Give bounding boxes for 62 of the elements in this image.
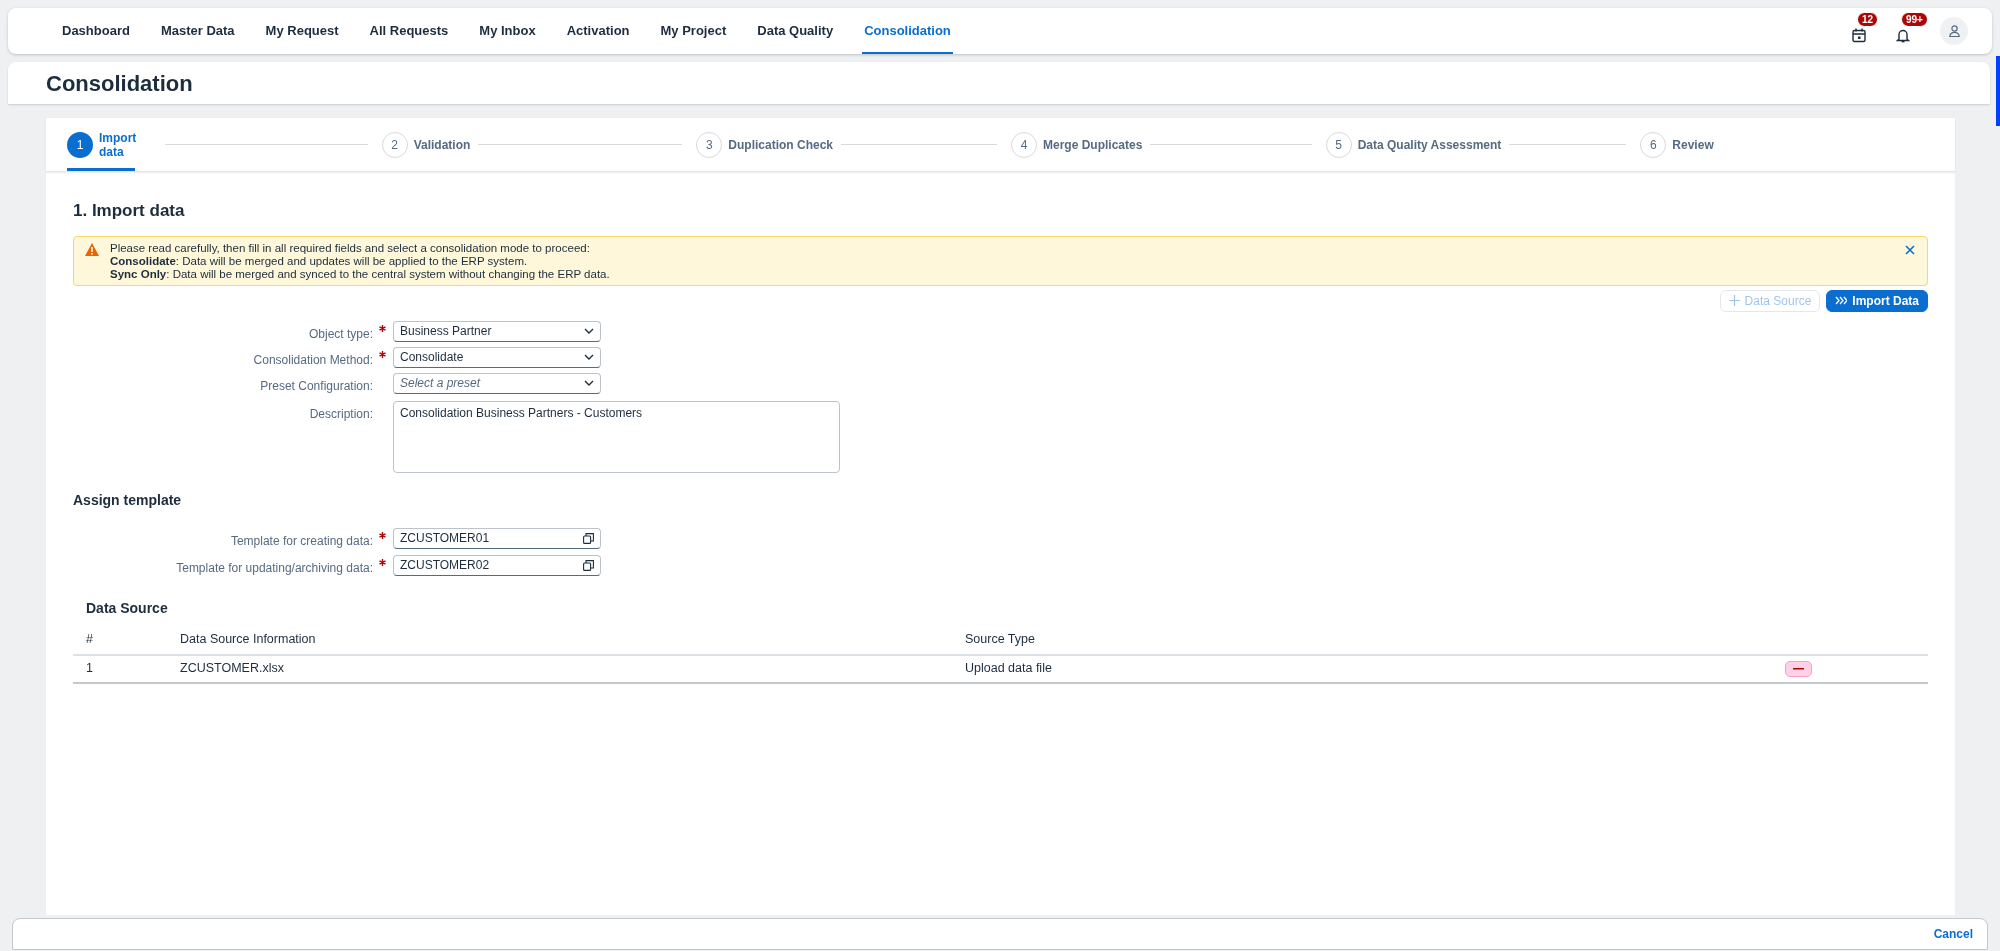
wizard-step[interactable]: 2 Validation [381,118,471,171]
column-header: Data Source Information [180,624,965,655]
column-header: Source Type [965,624,1785,655]
section-title: Assign template [73,490,183,510]
field-label: Object type: [308,325,373,343]
wizard-step[interactable]: 4 Merge Duplicates [1011,118,1143,171]
count-badge: 99+ [1901,11,1928,27]
nav-tab[interactable]: Consolidation [862,8,953,54]
section-title: 1. Import data [73,200,186,222]
value-help-icon [583,559,594,571]
import-data-button[interactable]: Import Data [1826,289,1928,312]
dropdown-field[interactable]: Business Partner [393,320,601,342]
nav-tab[interactable]: Activation [564,8,632,54]
alert-text: Sync Only: Data will be merged and synced to the central system without changing the ERP data. [110,267,611,281]
cancel-button[interactable]: Cancel [1933,925,1973,943]
description-field[interactable]: Consolidation Business Partners - Customers [393,400,840,473]
value-help-icon [583,532,594,544]
page-title: Consolidation [46,69,193,98]
nav-tab[interactable]: Data Quality [755,8,836,54]
wizard-step[interactable]: 3 Duplication Check [696,118,834,171]
nav-tab[interactable]: Master Data [158,8,237,54]
table-title: Data Source [86,598,169,618]
input-field[interactable]: ZCUSTOMER01 [393,527,601,549]
count-badge: 12 [1857,11,1879,27]
nav-tab[interactable]: My Inbox [477,8,538,54]
user-icon [1948,25,1960,37]
alert-text: Consolidate: Data will be merged and updates will be applied to the ERP system. [110,254,529,268]
close-button[interactable] [1903,242,1917,257]
bell-icon [1896,27,1910,43]
field-label: Template for updating/archiving data: [176,559,373,577]
chevron-down-icon [584,354,594,360]
notifications-button[interactable] [1896,27,1910,43]
user-avatar-button[interactable] [1940,17,1968,45]
input-field[interactable]: ZCUSTOMER02 [393,554,601,576]
chevron-down-icon [584,380,594,386]
field-label: Consolidation Method: [253,351,373,369]
field-label: Preset Configuration: [260,377,373,395]
field-label: Description: [309,405,373,423]
field-label: Template for creating data: [230,532,373,550]
nav-tab[interactable]: My Request [263,8,341,54]
chevron-down-icon [584,328,594,334]
chevrons-icon [1835,296,1848,305]
nav-tab[interactable]: Dashboard [60,8,132,54]
table-cell: Upload data file [965,654,1785,683]
wizard-step[interactable]: 6 Review [1640,118,1714,171]
warning-icon [85,242,99,256]
dropdown-field[interactable]: Select a preset [393,372,601,394]
table-cell: 1 [73,654,180,683]
dropdown-field[interactable]: Consolidate [393,346,601,368]
minus-icon [1793,667,1804,670]
remove-button[interactable] [1785,660,1812,677]
nav-tab[interactable]: My Project [658,8,729,54]
calendar-icon [1852,27,1866,43]
table-cell: ZCUSTOMER.xlsx [180,654,965,683]
column-header: # [73,624,180,655]
wizard-step[interactable]: 5 Data Quality Assessment [1325,118,1502,171]
scrollbar-thumb[interactable] [1996,56,2000,126]
wizard-step[interactable]: 1 Import data [67,118,135,171]
plus-icon [1728,295,1740,306]
nav-tab[interactable]: All Requests [367,8,451,54]
alert-text: Please read carefully, then fill in all required fields and select a consolidation mode to proceed: [110,241,591,255]
calendar-button[interactable] [1852,27,1866,43]
